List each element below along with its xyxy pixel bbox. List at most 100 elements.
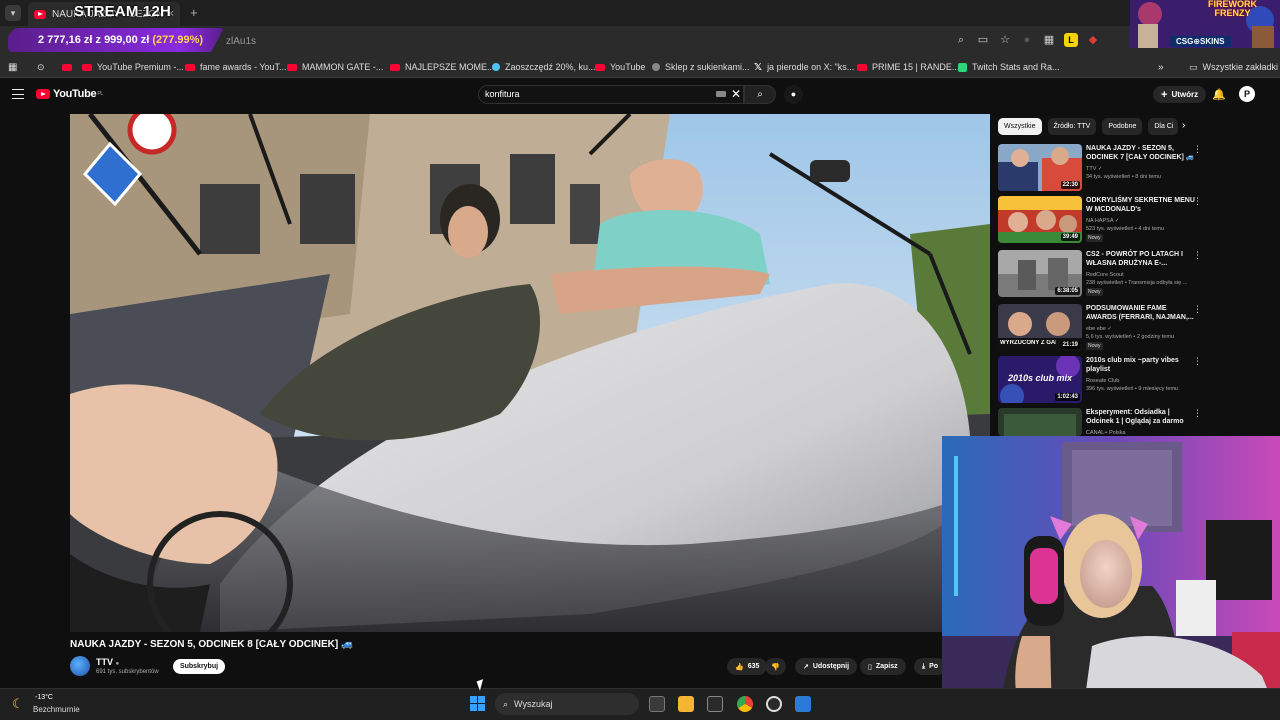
zoom-icon[interactable]: ⌕ — [954, 33, 968, 47]
share-icon: ↗ — [803, 663, 809, 671]
more-options-icon[interactable]: ⋮ — [1193, 408, 1202, 419]
recommendation-meta: ebe ebe ✓ 5,6 tys. wyświetleń • 2 godziny… — [1086, 326, 1175, 350]
recommendation-item[interactable]: 22:30 NAUKA JAZDY - SEZON 5, ODCINEK 7 [… — [998, 144, 1203, 194]
search-input[interactable]: konfitura — [478, 85, 744, 104]
search-clear-icon[interactable]: ✕ — [731, 87, 741, 101]
more-options-icon[interactable]: ⋮ — [1193, 250, 1202, 261]
recommendation-meta: TTV ✓ 34 tys. wyświetleń • 8 dni temu — [1086, 166, 1161, 180]
subscribe-button[interactable]: Subskrybuj — [173, 659, 225, 674]
thumbnail-text: 2010s club mix — [1008, 373, 1073, 383]
filter-chips: Wszystkie Źródło: TTV Podobne Dla Ci — [998, 118, 1179, 135]
menu-hamburger-icon[interactable] — [12, 89, 24, 99]
bookmark-item-5[interactable]: YouTube — [595, 60, 645, 74]
recommendation-item[interactable]: WYRZUCONY Z GALI 21:19 PODSUMOWANIE FAME… — [998, 304, 1203, 354]
file-explorer-icon[interactable] — [678, 696, 694, 712]
url-text[interactable]: zlAu1s — [226, 36, 256, 47]
tab-search-button[interactable]: ▾ — [5, 5, 21, 21]
windows-start-icon[interactable] — [470, 696, 485, 711]
recommendation-item[interactable]: 6:38:05 CS2 - POWRÓT PO LATACH I WŁASNA … — [998, 250, 1203, 300]
youtube-icon — [595, 63, 605, 71]
apps-grid-icon[interactable]: ▦ — [8, 60, 17, 74]
chip-source[interactable]: Źródło: TTV — [1047, 118, 1097, 135]
donation-of: z — [95, 34, 102, 46]
youtube-play-icon — [36, 89, 50, 99]
steam-icon[interactable] — [766, 696, 782, 712]
recommendation-thumbnail[interactable]: WYRZUCONY Z GALI 21:19 — [998, 304, 1082, 351]
bookmarks-overflow-icon[interactable]: » — [1158, 60, 1164, 74]
recommendation-thumbnail[interactable]: 39:49 — [998, 196, 1082, 243]
weather-description[interactable]: Bezchmurnie — [33, 705, 80, 714]
cast-icon[interactable]: ▭ — [976, 33, 990, 47]
video-duration: 6:38:05 — [1055, 287, 1080, 295]
bookmark-youtube-icon[interactable] — [62, 60, 77, 74]
extension-l-icon[interactable]: L — [1064, 33, 1078, 47]
bookmark-item-7[interactable]: 𝕏ja pierodle on X: "ks... — [754, 60, 854, 74]
recommendation-title[interactable]: CS2 - POWRÓT PO LATACH I WŁASNA DRUŻYNA … — [1086, 250, 1198, 268]
photos-icon[interactable] — [795, 696, 811, 712]
chevron-right-icon[interactable]: › — [1182, 120, 1185, 131]
all-bookmarks-button[interactable]: ▭ Wszystkie zakładki — [1189, 60, 1278, 74]
recommendation-title[interactable]: 2010s club mix ~party vibes playlist — [1086, 356, 1198, 374]
chrome-icon[interactable] — [737, 696, 753, 712]
recommendation-item[interactable]: 2010s club mix 1:02:43 2010s club mix ~p… — [998, 356, 1203, 406]
promo-title: FIREWORK FRENZY — [1208, 0, 1257, 18]
recommendation-thumbnail[interactable] — [998, 408, 1082, 436]
share-button[interactable]: ↗ Udostępnij — [795, 658, 858, 675]
donation-amount: 2 777,16 zł — [38, 34, 93, 46]
recommendation-title[interactable]: ODKRYLIŚMY SEKRETNE MENU W MCDONALD's — [1086, 196, 1198, 214]
recommendation-title[interactable]: NAUKA JAZDY - SEZON 5, ODCINEK 7 [CAŁY O… — [1086, 144, 1198, 162]
recommendation-thumbnail[interactable]: 2010s club mix 1:02:43 — [998, 356, 1082, 403]
save-button[interactable]: ▯ Zapisz — [860, 658, 906, 675]
video-player[interactable] — [70, 114, 990, 632]
bookmark-item-8[interactable]: PRIME 15 | RANDE... — [857, 60, 959, 74]
extension-red-icon[interactable]: ◆ — [1086, 33, 1100, 47]
taskbar-search[interactable]: ⌕ Wyszukaj — [495, 693, 639, 715]
mic-icon: ● — [790, 89, 797, 99]
like-button[interactable]: 👍 635 — [727, 658, 768, 675]
extension-puzzle-icon[interactable]: ▦ — [1042, 33, 1056, 47]
channel-avatar[interactable] — [70, 656, 90, 676]
more-options-icon[interactable]: ⋮ — [1193, 144, 1202, 155]
recommendation-thumbnail[interactable]: 6:38:05 — [998, 250, 1082, 297]
dislike-button[interactable]: 👎 — [765, 658, 786, 675]
bookmark-item-9[interactable]: Twitch Stats and Ra... — [958, 60, 1060, 74]
notifications-bell-icon[interactable]: 🔔 — [1212, 88, 1226, 101]
extension-gray-icon[interactable]: ● — [1020, 33, 1034, 47]
more-options-icon[interactable]: ⋮ — [1193, 356, 1202, 367]
youtube-icon — [287, 63, 297, 71]
bookmark-settings-icon[interactable]: ⊙ — [37, 60, 45, 74]
create-button[interactable]: + Utwórz — [1153, 86, 1207, 103]
microsoft-store-icon[interactable] — [707, 696, 723, 712]
x-logo-icon: 𝕏 — [754, 61, 763, 73]
weather-temperature[interactable]: -13°C — [35, 694, 53, 701]
chip-similar[interactable]: Podobne — [1102, 118, 1143, 135]
task-view-icon[interactable] — [649, 696, 665, 712]
promo-overlay: FIREWORK FRENZY CSG⊕SKINS — [1130, 0, 1280, 48]
more-options-icon[interactable]: ⋮ — [1193, 196, 1202, 207]
recommendation-item[interactable]: 39:49 ODKRYLIŚMY SEKRETNE MENU W MCDONAL… — [998, 196, 1203, 246]
user-avatar[interactable]: P — [1239, 86, 1255, 102]
keyboard-icon[interactable] — [716, 91, 726, 97]
bookmark-item-3[interactable]: NAJLEPSZE MOME... — [390, 60, 495, 74]
chip-for-you[interactable]: Dla Ci — [1148, 118, 1179, 135]
recommendation-title[interactable]: PODSUMOWANIE FAME AWARDS (FERRARI, NAJMA… — [1086, 304, 1198, 322]
bookmark-item-2[interactable]: MAMMON GATE -... — [287, 60, 383, 74]
bookmark-item-1[interactable]: fame awards - YouT... — [185, 60, 287, 74]
more-options-icon[interactable]: ⋮ — [1193, 304, 1202, 315]
youtube-logo[interactable]: YouTube PL — [36, 88, 103, 100]
new-tab-button[interactable]: + — [190, 5, 198, 20]
bookmark-item-0[interactable]: YouTube Premium -... — [82, 60, 184, 74]
new-badge: Nowy — [1086, 342, 1103, 350]
bookmark-item-6[interactable]: Sklep z sukienkami... — [652, 60, 750, 74]
chip-all[interactable]: Wszystkie — [998, 118, 1042, 135]
recommendation-thumbnail[interactable]: 22:30 — [998, 144, 1082, 191]
bookmark-star-icon[interactable]: ☆ — [998, 33, 1012, 47]
voice-search-button[interactable]: ● — [784, 85, 803, 104]
search-button[interactable]: ⌕ — [744, 85, 776, 104]
channel-name[interactable]: TTV ● — [96, 657, 119, 667]
recommendation-title[interactable]: Eksperyment: Odsiadka | Odcinek 1 | Oglą… — [1086, 408, 1198, 426]
moon-icon[interactable]: ☾ — [12, 696, 24, 712]
bookmark-item-4[interactable]: Zaoszczędź 20%, ku... — [492, 60, 596, 74]
donation-goal-overlay: 2 777,16 zł z 999,00 zł (277.99%) — [8, 28, 224, 52]
address-bar-actions: ⌕ ▭ ☆ ● ▦ L ◆ — [954, 33, 1100, 47]
